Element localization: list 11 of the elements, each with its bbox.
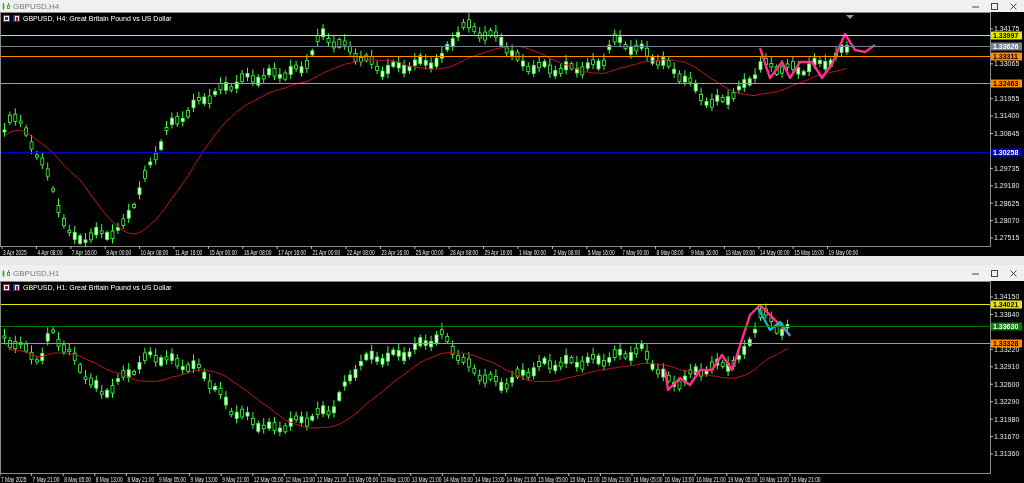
maximize-icon[interactable] xyxy=(990,268,999,278)
flags-icon xyxy=(3,284,20,291)
shift-marker-icon xyxy=(846,15,854,19)
maximize-icon[interactable] xyxy=(990,1,999,11)
close-icon[interactable] xyxy=(1009,268,1018,278)
window-title: GBPUSD,H4 xyxy=(13,1,60,11)
window-title: GBPUSD,H1 xyxy=(13,268,60,278)
candles-icon xyxy=(2,269,10,277)
flags-icon xyxy=(3,15,20,22)
candles-icon xyxy=(2,2,10,10)
close-icon[interactable] xyxy=(1009,1,1018,11)
